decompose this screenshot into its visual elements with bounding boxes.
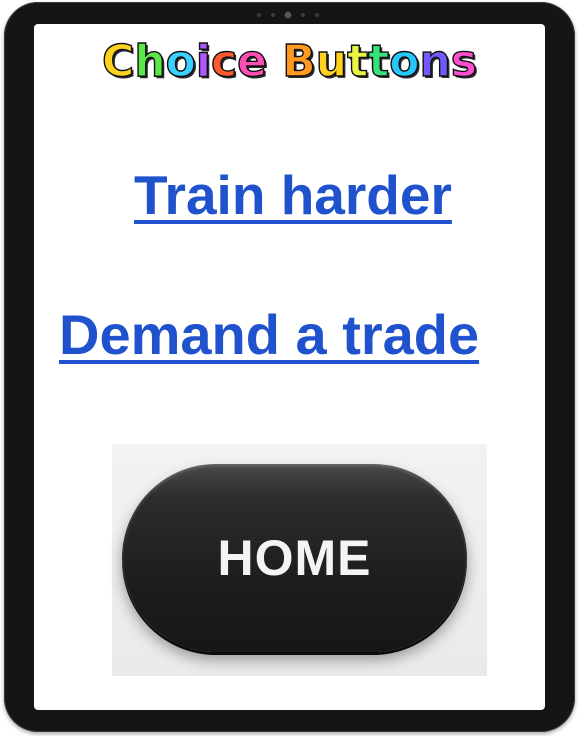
title-letter: t <box>346 35 369 87</box>
choice-demand-a-trade-link[interactable]: Demand a trade <box>59 302 479 368</box>
page-title: Choice Buttons <box>34 32 545 92</box>
title-letter: n <box>419 35 452 87</box>
sensor-dot <box>301 13 305 17</box>
title-letter: t <box>367 35 390 87</box>
camera-bar <box>248 10 328 20</box>
title-letter: u <box>315 35 348 87</box>
title-letter: i <box>195 35 212 87</box>
title-letter: s <box>450 35 478 87</box>
home-button-label: HOME <box>217 530 372 586</box>
sensor-dot <box>315 13 319 17</box>
title-letter: h <box>134 35 167 87</box>
sensor-dot <box>257 13 261 17</box>
title-letter: C <box>101 35 135 87</box>
sensor-dot <box>271 13 275 17</box>
tablet-screen: Choice Buttons Train harder Demand a tra… <box>34 24 545 710</box>
camera-lens-icon <box>285 12 291 18</box>
title-letter: B <box>282 35 317 87</box>
title-letter: c <box>210 35 238 87</box>
title-letter <box>267 32 282 92</box>
title-letter: o <box>388 35 420 87</box>
home-button[interactable]: HOME <box>122 464 467 652</box>
choice-train-harder-link[interactable]: Train harder <box>134 162 452 228</box>
title-letter: e <box>236 35 267 87</box>
title-letter: o <box>165 35 197 87</box>
home-button-image: HOME <box>112 444 487 676</box>
tablet-frame: Choice Buttons Train harder Demand a tra… <box>4 2 575 732</box>
